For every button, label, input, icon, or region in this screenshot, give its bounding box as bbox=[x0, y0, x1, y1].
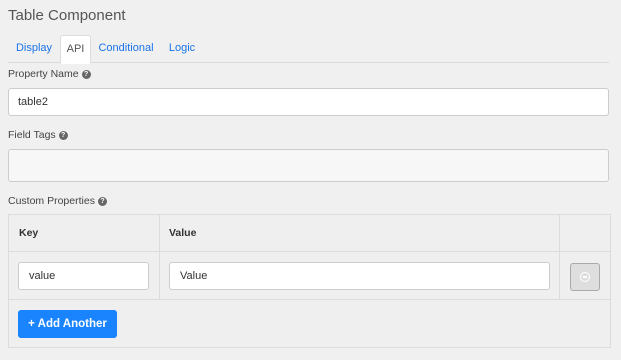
help-icon[interactable]: ? bbox=[58, 130, 68, 140]
help-icon[interactable]: ? bbox=[81, 69, 91, 79]
column-divider bbox=[559, 215, 560, 299]
custom-property-value-input[interactable]: Value bbox=[169, 262, 550, 290]
add-another-button[interactable]: + Add Another bbox=[18, 310, 117, 338]
field-tags-label-text: Field Tags bbox=[8, 129, 56, 141]
column-header-value: Value bbox=[169, 227, 197, 239]
header-divider bbox=[9, 251, 610, 252]
tab-display[interactable]: Display bbox=[8, 35, 60, 63]
remove-circle-icon bbox=[580, 272, 590, 282]
custom-properties-label: Custom Properties ? bbox=[8, 195, 107, 207]
add-another-label: Add Another bbox=[37, 318, 107, 330]
field-tags-label: Field Tags ? bbox=[8, 129, 68, 141]
remove-row-button[interactable] bbox=[570, 263, 600, 291]
custom-property-key-input[interactable]: value bbox=[18, 262, 149, 290]
tab-bar: Display API Conditional Logic bbox=[8, 35, 609, 64]
property-name-label-text: Property Name bbox=[8, 68, 79, 80]
tab-logic[interactable]: Logic bbox=[164, 35, 200, 63]
column-divider bbox=[159, 215, 160, 299]
property-name-label: Property Name ? bbox=[8, 68, 91, 80]
help-icon[interactable]: ? bbox=[97, 196, 107, 206]
custom-properties-table: Key Value value Value + Add Another bbox=[8, 214, 611, 348]
field-tags-input[interactable] bbox=[8, 149, 609, 182]
column-header-key: Key bbox=[19, 227, 39, 239]
page-title: Table Component bbox=[8, 7, 126, 24]
row-divider bbox=[9, 299, 610, 300]
plus-icon: + bbox=[28, 318, 35, 330]
tab-conditional[interactable]: Conditional bbox=[94, 35, 158, 63]
property-name-input[interactable]: table2 bbox=[8, 88, 609, 116]
tab-api[interactable]: API bbox=[60, 35, 91, 64]
custom-properties-label-text: Custom Properties bbox=[8, 195, 95, 207]
